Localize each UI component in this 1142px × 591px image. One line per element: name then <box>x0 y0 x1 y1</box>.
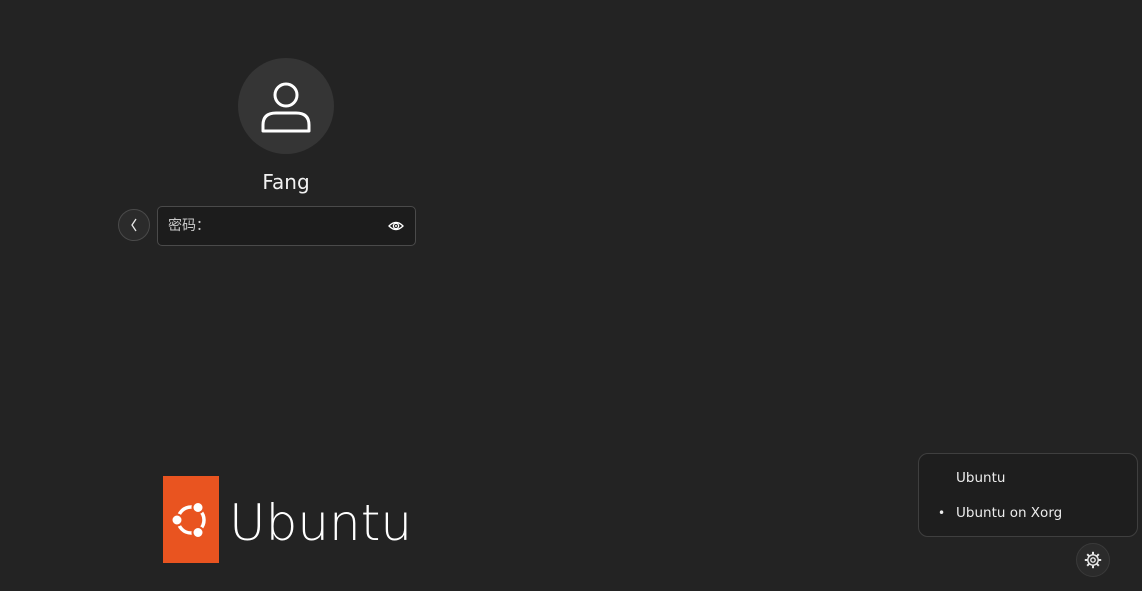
ubuntu-circle-of-friends-icon <box>170 500 206 539</box>
reveal-password-button[interactable] <box>387 217 405 235</box>
logo-square <box>163 476 219 563</box>
session-item-label: Ubuntu <box>956 470 1006 486</box>
eye-icon <box>388 221 404 231</box>
user-icon <box>261 82 311 133</box>
selected-bullet: • <box>938 506 946 520</box>
logo-wordmark: Ubuntu <box>229 494 413 552</box>
back-button[interactable] <box>118 209 150 241</box>
session-item-ubuntu[interactable]: Ubuntu <box>919 461 1137 496</box>
session-menu: Ubuntu • Ubuntu on Xorg <box>918 453 1138 537</box>
login-screen: Fang Ubuntu Ubuntu • Ubuntu on Xorg <box>0 0 1142 591</box>
avatar <box>238 58 334 154</box>
session-settings-button[interactable] <box>1076 543 1110 577</box>
username-label: Fang <box>262 170 310 194</box>
password-input[interactable] <box>168 207 378 245</box>
password-field-container <box>157 206 416 246</box>
gear-icon <box>1084 551 1102 569</box>
session-item-label: Ubuntu on Xorg <box>956 505 1063 521</box>
session-item-ubuntu-xorg[interactable]: • Ubuntu on Xorg <box>919 496 1137 531</box>
ubuntu-logo: Ubuntu <box>163 476 412 563</box>
chevron-left-icon <box>131 218 137 232</box>
